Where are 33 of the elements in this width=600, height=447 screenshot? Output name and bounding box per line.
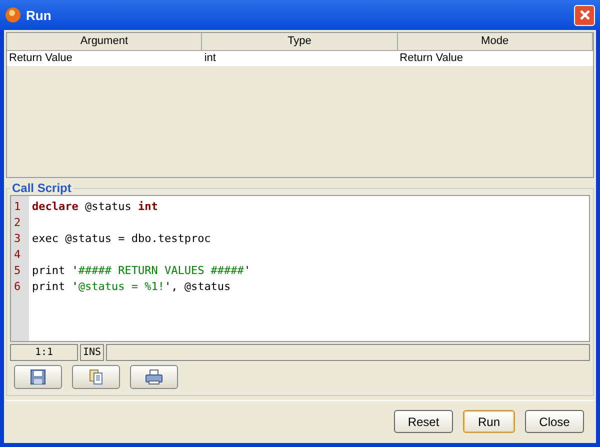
code-line: exec @status = dbo.testproc [32,232,211,245]
app-icon [5,7,21,23]
code-editor[interactable]: 1 2 3 4 5 6 declare @status int exec @status = dbo.testproc print '##### RETURN VALUES #####' print '@status = %1!', @status [10,195,590,342]
dialog-button[interactable]: Reset [394,410,453,433]
dialog-button[interactable]: Run [463,410,515,433]
code-line: print '##### RETURN VALUES #####' [32,264,251,277]
code-line: declare @status int [32,200,158,213]
column-header[interactable]: Type [202,33,398,51]
line-number: 3 [13,231,22,247]
group-title: Call Script [11,181,72,195]
print-button[interactable] [130,365,178,389]
table-cell: Return Value [398,51,593,66]
line-number: 1 [13,199,22,215]
line-number: 2 [13,215,22,231]
printer-icon [145,369,163,385]
paste-button[interactable] [72,365,120,389]
table-cell: int [202,51,398,66]
line-number: 6 [13,279,22,295]
close-icon [578,9,590,21]
close-button[interactable] [574,4,595,26]
insert-mode: INS [80,344,104,361]
line-number: 4 [13,247,22,263]
documents-icon [88,369,104,385]
column-header[interactable]: Argument [7,33,202,51]
window-title: Run [26,8,52,22]
column-header[interactable]: Mode [398,33,593,51]
cursor-position: 1:1 [10,344,78,361]
code-line: print '@status = %1!', @status [32,280,231,293]
table-cell: Return Value [7,51,202,66]
save-button[interactable] [14,365,62,389]
dialog-button[interactable]: Close [525,410,584,433]
floppy-icon [30,369,46,385]
line-number: 5 [13,263,22,279]
